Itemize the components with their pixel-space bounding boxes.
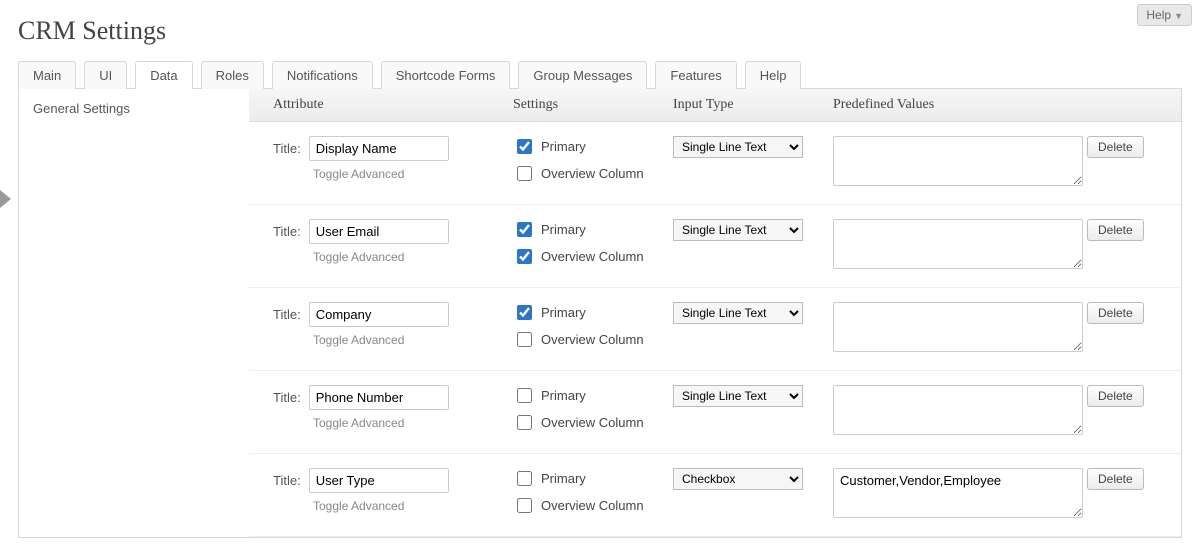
header-input-type: Input Type: [673, 97, 833, 113]
attribute-title-input[interactable]: [309, 468, 449, 493]
attribute-row: Title: Toggle Advanced Primary Overview Col…: [249, 205, 1181, 288]
primary-checkbox[interactable]: [517, 139, 532, 154]
tab-main[interactable]: Main: [18, 61, 76, 89]
tab-group-messages[interactable]: Group Messages: [518, 61, 647, 89]
primary-checkbox-label: Primary: [541, 388, 586, 403]
input-type-select[interactable]: Single Line TextCheckbox: [673, 468, 803, 490]
page-title: CRM Settings: [18, 16, 1182, 46]
overview-checkbox[interactable]: [517, 249, 532, 264]
delete-button[interactable]: Delete: [1087, 136, 1144, 158]
predefined-values-textarea[interactable]: [833, 468, 1083, 518]
overview-checkbox[interactable]: [517, 332, 532, 347]
delete-button[interactable]: Delete: [1087, 385, 1144, 407]
delete-button[interactable]: Delete: [1087, 468, 1144, 490]
screen-help-toggle[interactable]: Help▼: [1137, 4, 1192, 26]
title-label: Title:: [273, 473, 301, 488]
primary-checkbox-label: Primary: [541, 471, 586, 486]
attribute-row: Title: Toggle Advanced Primary Overview Col…: [249, 454, 1181, 537]
sidebar-item-general-settings[interactable]: General Settings: [33, 101, 235, 116]
attribute-title-input[interactable]: [309, 302, 449, 327]
tab-ui[interactable]: UI: [84, 61, 127, 89]
input-type-select[interactable]: Single Line TextCheckbox: [673, 302, 803, 324]
overview-checkbox-label: Overview Column: [541, 332, 644, 347]
title-label: Title:: [273, 224, 301, 239]
overview-checkbox[interactable]: [517, 415, 532, 430]
chevron-down-icon: ▼: [1174, 11, 1183, 21]
primary-checkbox[interactable]: [517, 222, 532, 237]
toggle-advanced-link[interactable]: Toggle Advanced: [313, 499, 513, 513]
help-label: Help: [1146, 8, 1171, 22]
attribute-title-input[interactable]: [309, 136, 449, 161]
attribute-title-input[interactable]: [309, 385, 449, 410]
tab-notifications[interactable]: Notifications: [272, 61, 373, 89]
toggle-advanced-link[interactable]: Toggle Advanced: [313, 167, 513, 181]
toggle-advanced-link[interactable]: Toggle Advanced: [313, 333, 513, 347]
header-attribute: Attribute: [273, 97, 513, 113]
tab-help[interactable]: Help: [745, 61, 802, 89]
input-type-select[interactable]: Single Line TextCheckbox: [673, 219, 803, 241]
tab-features[interactable]: Features: [655, 61, 736, 89]
title-label: Title:: [273, 141, 301, 156]
tab-roles[interactable]: Roles: [201, 61, 264, 89]
delete-button[interactable]: Delete: [1087, 302, 1144, 324]
primary-checkbox[interactable]: [517, 305, 532, 320]
input-type-select[interactable]: Single Line TextCheckbox: [673, 385, 803, 407]
admin-menu-pointer-icon: [0, 190, 11, 208]
tab-data[interactable]: Data: [135, 61, 192, 89]
attribute-title-input[interactable]: [309, 219, 449, 244]
attribute-row: Title: Toggle Advanced Primary Overview Col…: [249, 371, 1181, 454]
toggle-advanced-link[interactable]: Toggle Advanced: [313, 250, 513, 264]
overview-checkbox-label: Overview Column: [541, 249, 644, 264]
delete-button[interactable]: Delete: [1087, 219, 1144, 241]
primary-checkbox-label: Primary: [541, 222, 586, 237]
attribute-row: Title: Toggle Advanced Primary Overview Col…: [249, 288, 1181, 371]
header-predefined: Predefined Values: [833, 97, 1087, 113]
predefined-values-textarea[interactable]: [833, 136, 1083, 186]
overview-checkbox[interactable]: [517, 498, 532, 513]
primary-checkbox-label: Primary: [541, 305, 586, 320]
overview-checkbox-label: Overview Column: [541, 498, 644, 513]
overview-checkbox-label: Overview Column: [541, 166, 644, 181]
title-label: Title:: [273, 390, 301, 405]
overview-checkbox-label: Overview Column: [541, 415, 644, 430]
attribute-row: Title: Toggle Advanced Primary Overview Col…: [249, 122, 1181, 205]
predefined-values-textarea[interactable]: [833, 302, 1083, 352]
overview-checkbox[interactable]: [517, 166, 532, 181]
predefined-values-textarea[interactable]: [833, 219, 1083, 269]
tab-shortcode-forms[interactable]: Shortcode Forms: [381, 61, 511, 89]
primary-checkbox[interactable]: [517, 388, 532, 403]
primary-checkbox-label: Primary: [541, 139, 586, 154]
predefined-values-textarea[interactable]: [833, 385, 1083, 435]
toggle-advanced-link[interactable]: Toggle Advanced: [313, 416, 513, 430]
header-settings: Settings: [513, 97, 673, 113]
primary-checkbox[interactable]: [517, 471, 532, 486]
title-label: Title:: [273, 307, 301, 322]
input-type-select[interactable]: Single Line TextCheckbox: [673, 136, 803, 158]
